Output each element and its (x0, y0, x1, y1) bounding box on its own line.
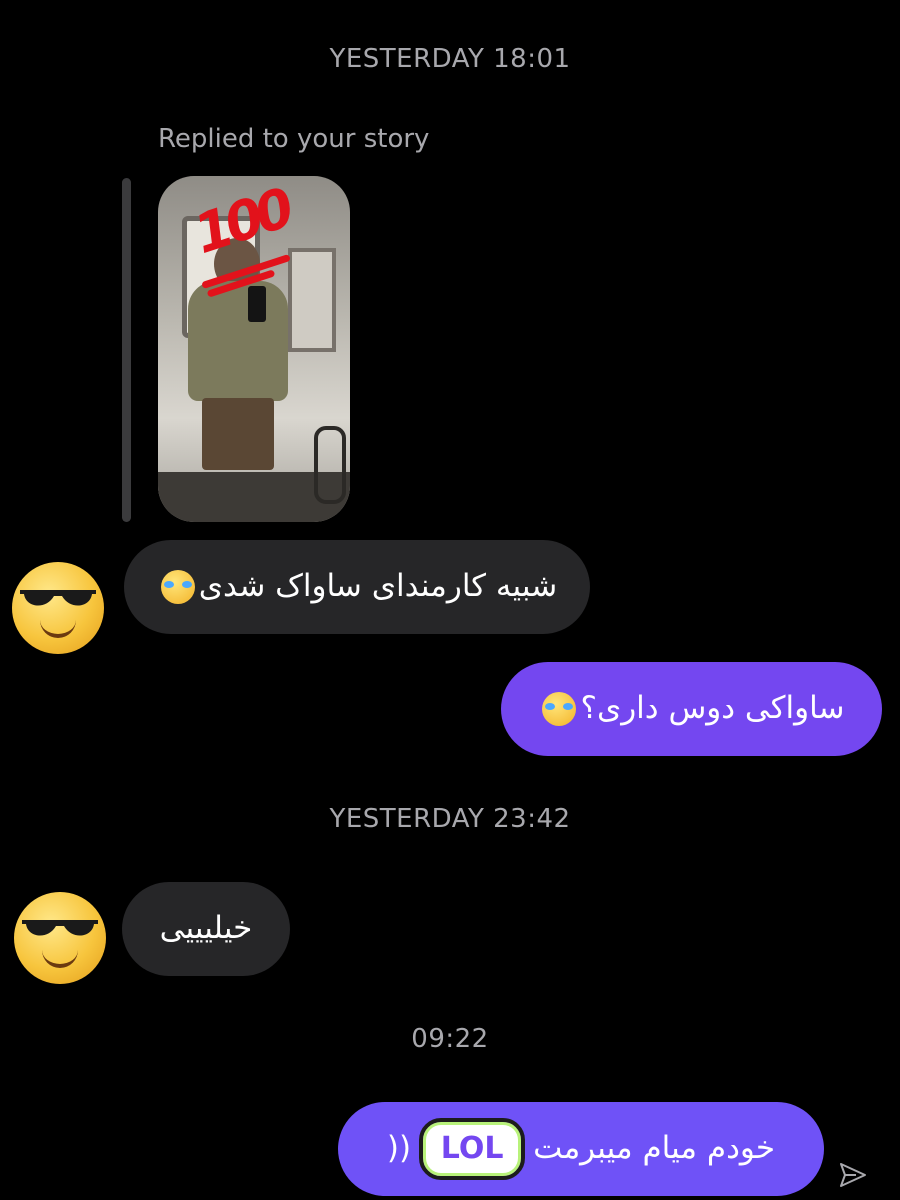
story-person-shirt (188, 281, 288, 401)
laughing-emoji-icon (160, 570, 195, 604)
message-bubble-incoming[interactable]: خیلیییی (122, 882, 290, 976)
avatar-smile (42, 950, 78, 968)
avatar[interactable] (14, 892, 106, 984)
message-text: خیلیییی (159, 910, 253, 947)
send-arrow-icon[interactable] (838, 1160, 868, 1190)
avatar-smile (40, 620, 76, 638)
timestamp-1: YESTERDAY 18:01 (329, 44, 571, 74)
sunglasses-face-icon (22, 920, 98, 936)
sunglasses-face-icon (20, 590, 96, 606)
story-door (288, 248, 336, 352)
message-text: خودم میام میبرمت (533, 1130, 776, 1167)
hundred-sticker: 100 (186, 176, 297, 267)
message-suffix: (( (386, 1130, 412, 1167)
story-person-pants (202, 398, 274, 470)
laughing-emoji-icon (542, 692, 577, 726)
reply-label: Replied to your story (158, 124, 430, 154)
message-bubble-outgoing[interactable]: ساواکی دوس داری؟ (501, 662, 882, 756)
avatar[interactable] (12, 562, 104, 654)
story-phone (248, 286, 266, 322)
reply-bar (122, 178, 131, 522)
timestamp-3: 09:22 (411, 1024, 489, 1054)
message-text: ساواکی دوس داری؟ (580, 690, 845, 727)
message-bubble-outgoing[interactable]: خودم میام میبرمت LOL (( (338, 1102, 824, 1196)
story-thumbnail[interactable]: 100 (158, 176, 350, 522)
message-text: شبیه کارمندای ساواک شدی (198, 568, 558, 605)
message-bubble-incoming[interactable]: شبیه کارمندای ساواک شدی (124, 540, 590, 634)
lol-sticker: LOL (419, 1118, 526, 1180)
timestamp-2: YESTERDAY 23:42 (329, 804, 571, 834)
story-chair (314, 426, 346, 504)
